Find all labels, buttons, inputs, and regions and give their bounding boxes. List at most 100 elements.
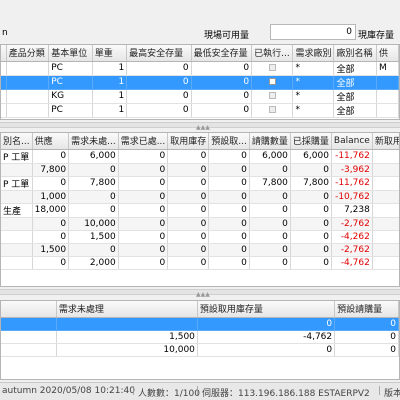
grid2-cell[interactable]: 0 — [167, 230, 210, 244]
grid2-cell[interactable]: 0 — [208, 256, 250, 270]
grid2-cell[interactable]: 0 — [249, 230, 291, 244]
summary-grid[interactable]: 需求未處理 預設取用庫存量 預設請購量 0 0 1,500 -4,762 0 10,000 0 0 — [0, 300, 400, 380]
grid1-cell[interactable]: PC — [48, 75, 93, 90]
grid1-cell[interactable]: 1 — [92, 61, 128, 76]
grid2-cell[interactable]: 0 — [118, 149, 169, 164]
grid2-cell[interactable]: 0 — [68, 190, 119, 204]
table-row[interactable]: PC 1 0 0 * 全部 M — [1, 61, 399, 76]
table-row[interactable]: 10,000 0 0 — [1, 343, 399, 357]
grid2-cell[interactable]: 0 — [68, 243, 119, 257]
grid2-cell[interactable]: 0 — [249, 190, 291, 204]
grid3-cell[interactable]: -4,762 — [197, 330, 336, 344]
grid1-col-header-1[interactable]: 產品分類 — [6, 45, 50, 62]
grid2-cell[interactable]: -2,762 — [331, 243, 373, 257]
grid3-cell[interactable]: 0 — [334, 330, 399, 344]
grid2-cell[interactable]: 0 — [208, 243, 250, 257]
grid2-col-header-5[interactable]: 預設取... — [208, 133, 250, 150]
grid2-cell[interactable] — [1, 163, 33, 177]
grid1-cell[interactable]: 1 — [92, 89, 128, 104]
grid1-col-header-3[interactable]: 單重 — [92, 45, 128, 62]
grid2-cell[interactable]: 0 — [118, 176, 169, 191]
grid3-cell[interactable]: 0 — [334, 317, 399, 331]
grid2-cell[interactable]: 7,800 — [68, 176, 119, 191]
grid2-cell[interactable]: 0 — [290, 203, 332, 218]
grid1-cell[interactable]: * — [292, 89, 335, 104]
grid2-cell[interactable]: 0 — [372, 149, 399, 164]
grid1-cell[interactable]: PC — [48, 103, 93, 118]
executed-checkbox[interactable] — [268, 78, 276, 85]
grid2-cell[interactable]: 6,000 — [290, 149, 332, 164]
grid2-col-header-0[interactable]: 別名... — [1, 133, 33, 150]
grid1-cell[interactable]: 0 — [191, 61, 253, 76]
table-row[interactable]: 00 — [1, 317, 399, 331]
grid2-cell[interactable]: 0 — [290, 230, 332, 244]
grid1-cell[interactable]: * — [292, 75, 335, 90]
grid2-cell[interactable]: 0 — [249, 203, 291, 218]
splitter-top[interactable]: ▲▲▲ — [0, 122, 400, 131]
table-row[interactable]: 7,800000000-3,9620 — [1, 163, 399, 177]
grid2-cell[interactable]: -2,762 — [331, 217, 373, 231]
grid2-cell[interactable]: 0 — [118, 256, 169, 270]
grid3-col-header-0[interactable] — [1, 301, 57, 318]
grid1-cell[interactable] — [6, 61, 50, 76]
grid1-cell[interactable] — [6, 103, 50, 118]
grid2-cell[interactable]: -3,962 — [331, 163, 373, 177]
grid2-cell[interactable]: 1,500 — [68, 230, 119, 244]
grid3-col-header-3[interactable]: 預設請購量 — [334, 301, 399, 318]
grid3-cell[interactable] — [56, 317, 198, 331]
grid1-cell[interactable]: 0 — [126, 75, 192, 90]
table-row[interactable]: 1,500 -4,762 0 — [1, 330, 399, 344]
grid2-cell[interactable] — [1, 256, 33, 270]
grid2-cell[interactable]: 0 — [208, 217, 250, 231]
grid2-cell[interactable] — [1, 243, 33, 257]
grid2-cell[interactable]: 0 — [372, 217, 399, 231]
table-row[interactable]: 02,00000000-4,7620 — [1, 256, 399, 270]
grid3-cell[interactable]: 10,000 — [56, 343, 198, 357]
grid1-cell[interactable]: 0 — [126, 103, 192, 118]
table-row[interactable]: PC 1 0 0 * 全部 — [1, 75, 399, 90]
grid2-col-header-2[interactable]: 需求未處... — [68, 133, 119, 150]
grid2-cell[interactable]: 0 — [208, 149, 250, 164]
grid2-cell[interactable]: 0 — [167, 190, 210, 204]
table-row[interactable]: 01,50000000-4,2620 — [1, 230, 399, 244]
table-row[interactable]: 生產18,0000000007,2380 — [1, 203, 399, 218]
grid2-cell[interactable]: 0 — [167, 203, 210, 218]
grid2-cell[interactable]: 7,238 — [331, 203, 373, 218]
grid1-col-header-2[interactable]: 基本單位 — [48, 45, 93, 62]
grid1-cell[interactable]: * — [292, 61, 335, 76]
grid2-cell[interactable]: 0 — [32, 217, 70, 231]
grid3-cell[interactable] — [1, 330, 57, 344]
grid3-cell[interactable] — [1, 317, 57, 331]
product-grid[interactable]: 產品分類 基本單位 單重 最高安全存量 最低安全存量 已執行... 需求廠別 廠別名稱供 PC… — [0, 44, 400, 120]
grid2-cell[interactable]: P 工單 — [1, 176, 33, 191]
grid2-col-header-3[interactable]: 需求已處... — [118, 133, 169, 150]
grid2-cell[interactable] — [1, 230, 33, 244]
grid1-col-header-4[interactable]: 最高安全存量 — [126, 45, 192, 62]
grid2-cell[interactable]: 0 — [249, 163, 291, 177]
grid2-cell[interactable]: 0 — [208, 163, 250, 177]
grid2-cell[interactable]: 0 — [208, 190, 250, 204]
grid2-col-header-1[interactable]: 供應 — [32, 133, 70, 150]
grid2-cell[interactable]: 10,000 — [68, 217, 119, 231]
grid1-cell[interactable]: * — [292, 103, 335, 118]
grid1-cell[interactable]: 全部 — [333, 75, 377, 90]
grid2-cell[interactable]: 0 — [167, 176, 210, 191]
grid2-col-header-9[interactable]: 新取用... — [372, 133, 399, 150]
table-row[interactable]: P 工單06,0000006,0006,000-11,7620 — [1, 149, 399, 164]
grid1-cell[interactable]: PC — [48, 61, 93, 76]
grid2-col-header-6[interactable]: 請購數量 — [249, 133, 291, 150]
splitter-bottom[interactable]: ▲▲▲ — [0, 289, 400, 298]
grid2-col-header-7[interactable]: 已採購量 — [290, 133, 332, 150]
grid2-cell[interactable]: 0 — [208, 176, 250, 191]
grid2-cell[interactable]: 7,800 — [32, 163, 70, 177]
grid2-cell[interactable]: 0 — [372, 163, 399, 177]
grid1-cell[interactable]: M — [376, 61, 399, 76]
grid2-cell[interactable]: 0 — [372, 256, 399, 270]
grid2-cell[interactable]: 0 — [249, 243, 291, 257]
grid2-cell[interactable]: 0 — [167, 217, 210, 231]
grid1-cell[interactable]: 全部 — [333, 103, 377, 118]
grid1-cell[interactable] — [376, 103, 399, 118]
table-row[interactable]: 010,00000000-2,7620 — [1, 217, 399, 231]
grid2-cell[interactable]: 1,000 — [32, 190, 70, 204]
table-row[interactable]: P 工單07,8000007,8007,800-11,7620 — [1, 176, 399, 191]
